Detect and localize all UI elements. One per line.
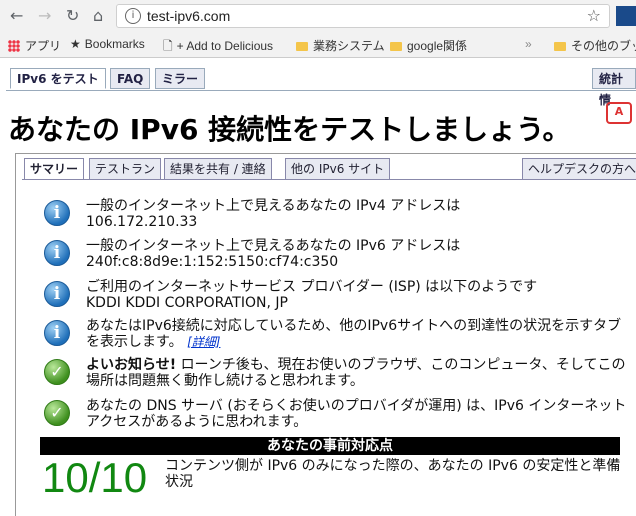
isp-name: KDDI KDDI CORPORATION, JP xyxy=(86,295,288,311)
divider xyxy=(22,179,636,180)
score-description: コンテンツ側が IPv6 のみになった際の、あなたの IPv6 の安定性と準備状… xyxy=(165,458,621,490)
address-bar[interactable]: i test-ipv6.com ☆ xyxy=(116,4,610,28)
language-icon[interactable]: A xyxy=(606,102,632,124)
bookmark-delicious[interactable]: 🗋 + Add to Delicious xyxy=(163,37,273,58)
result-label: ご利用のインターネットサービス プロバイダー (ISP) は以下のようです xyxy=(86,279,538,295)
ipv6-address: 240f:c8:8d9e:1:152:5150:cf74:c350 xyxy=(86,254,339,270)
browser-toolbar: ← → ↻ ⌂ i test-ipv6.com ☆ xyxy=(0,0,636,32)
tab-mirror[interactable]: ミラー xyxy=(155,68,206,89)
tab-helpdesk[interactable]: ヘルプデスクの方へ xyxy=(522,158,636,180)
reload-icon[interactable]: ↻ xyxy=(66,6,79,25)
page-icon: 🗋 xyxy=(163,39,173,53)
score-heading: あなたの事前対応点 xyxy=(40,437,620,455)
bookmark-label: その他のブック xyxy=(571,39,636,53)
tab-share-results[interactable]: 結果を共有 / 連絡 xyxy=(164,158,272,180)
bookmark-label: google関係 xyxy=(407,39,468,53)
ipv4-address: 106.172.210.33 xyxy=(86,214,198,230)
info-icon: i xyxy=(44,281,70,307)
bookmark-folder[interactable]: 業務システム xyxy=(296,37,385,54)
tab-summary[interactable]: サマリー xyxy=(24,158,85,180)
result-text: あなたはIPv6接続に対応しているため、他のIPv6サイトへの到達性の状況を示す… xyxy=(86,318,634,350)
result-label: 一般のインターネット上で見えるあなたの IPv6 アドレスは xyxy=(86,238,461,254)
info-icon: i xyxy=(44,200,70,226)
details-link[interactable]: [詳細] xyxy=(187,335,220,349)
bookmark-label: 業務システム xyxy=(313,39,385,53)
star-icon: ★ xyxy=(70,37,81,51)
page-content: IPv6 をテスト FAQ ミラー 統計情 あなたの IPv6 接続性をテストし… xyxy=(0,58,636,516)
folder-icon xyxy=(554,42,566,51)
folder-icon xyxy=(296,42,308,51)
bookmark-label: アプリ xyxy=(25,39,62,53)
more-bookmarks-icon[interactable]: » xyxy=(525,37,532,51)
home-icon[interactable]: ⌂ xyxy=(93,6,103,25)
bookmark-apps[interactable]: アプリ xyxy=(8,37,61,54)
bookmark-bookmarks[interactable]: ★ Bookmarks xyxy=(70,37,145,51)
result-label: あなたはIPv6接続に対応しているため、他のIPv6サイトへの到達性の状況を示す… xyxy=(86,318,622,350)
url-text: test-ipv6.com xyxy=(147,8,231,24)
result-label: 一般のインターネット上で見えるあなたの IPv4 アドレスは xyxy=(86,198,461,214)
tab-stats[interactable]: 統計情 xyxy=(592,68,636,107)
good-news-label: よいお知らせ! xyxy=(86,357,177,373)
info-icon: i xyxy=(44,320,70,346)
bookmark-other[interactable]: その他のブック xyxy=(554,37,636,54)
star-icon[interactable]: ☆ xyxy=(587,6,601,25)
divider xyxy=(6,90,636,91)
folder-icon xyxy=(390,42,402,51)
bookmark-label: + Add to Delicious xyxy=(176,39,274,53)
result-text: ご利用のインターネットサービス プロバイダー (ISP) は以下のようです KD… xyxy=(86,279,634,311)
result-text: 一般のインターネット上で見えるあなたの IPv4 アドレスは 106.172.2… xyxy=(86,198,634,230)
check-icon: ✓ xyxy=(44,359,70,385)
bookmarks-bar: アプリ ★ Bookmarks 🗋 + Add to Delicious 業務システ… xyxy=(0,32,636,58)
tab-other-ipv6-sites[interactable]: 他の IPv6 サイト xyxy=(285,158,391,180)
back-arrow-icon[interactable]: ← xyxy=(10,6,23,25)
extension-icon[interactable] xyxy=(616,6,636,26)
info-icon: i xyxy=(44,240,70,266)
check-icon: ✓ xyxy=(44,400,70,426)
result-text: あなたの DNS サーバ (おそらくお使いのプロバイダが運用) は、IPv6 イ… xyxy=(86,398,634,430)
result-label: あなたの DNS サーバ (おそらくお使いのプロバイダが運用) は、IPv6 イ… xyxy=(86,398,627,430)
forward-arrow-icon[interactable]: → xyxy=(38,6,51,25)
tab-faq[interactable]: FAQ xyxy=(110,68,151,89)
bookmark-folder[interactable]: google関係 xyxy=(390,37,467,54)
info-icon[interactable]: i xyxy=(125,8,141,24)
score-value: 10/10 xyxy=(42,454,148,501)
bookmark-label: Bookmarks xyxy=(84,37,145,51)
tab-test-run[interactable]: テストラン xyxy=(89,158,162,180)
result-text: 一般のインターネット上で見えるあなたの IPv6 アドレスは 240f:c8:8… xyxy=(86,238,634,270)
tab-ipv6-test[interactable]: IPv6 をテスト xyxy=(10,68,106,89)
page-title: あなたの IPv6 接続性をテストしましょう。 xyxy=(8,113,571,146)
apps-icon xyxy=(8,40,20,52)
result-text: よいお知らせ! ローンチ後も、現在お使いのブラウザ、このコンピュータ、そしてこの… xyxy=(86,357,634,389)
